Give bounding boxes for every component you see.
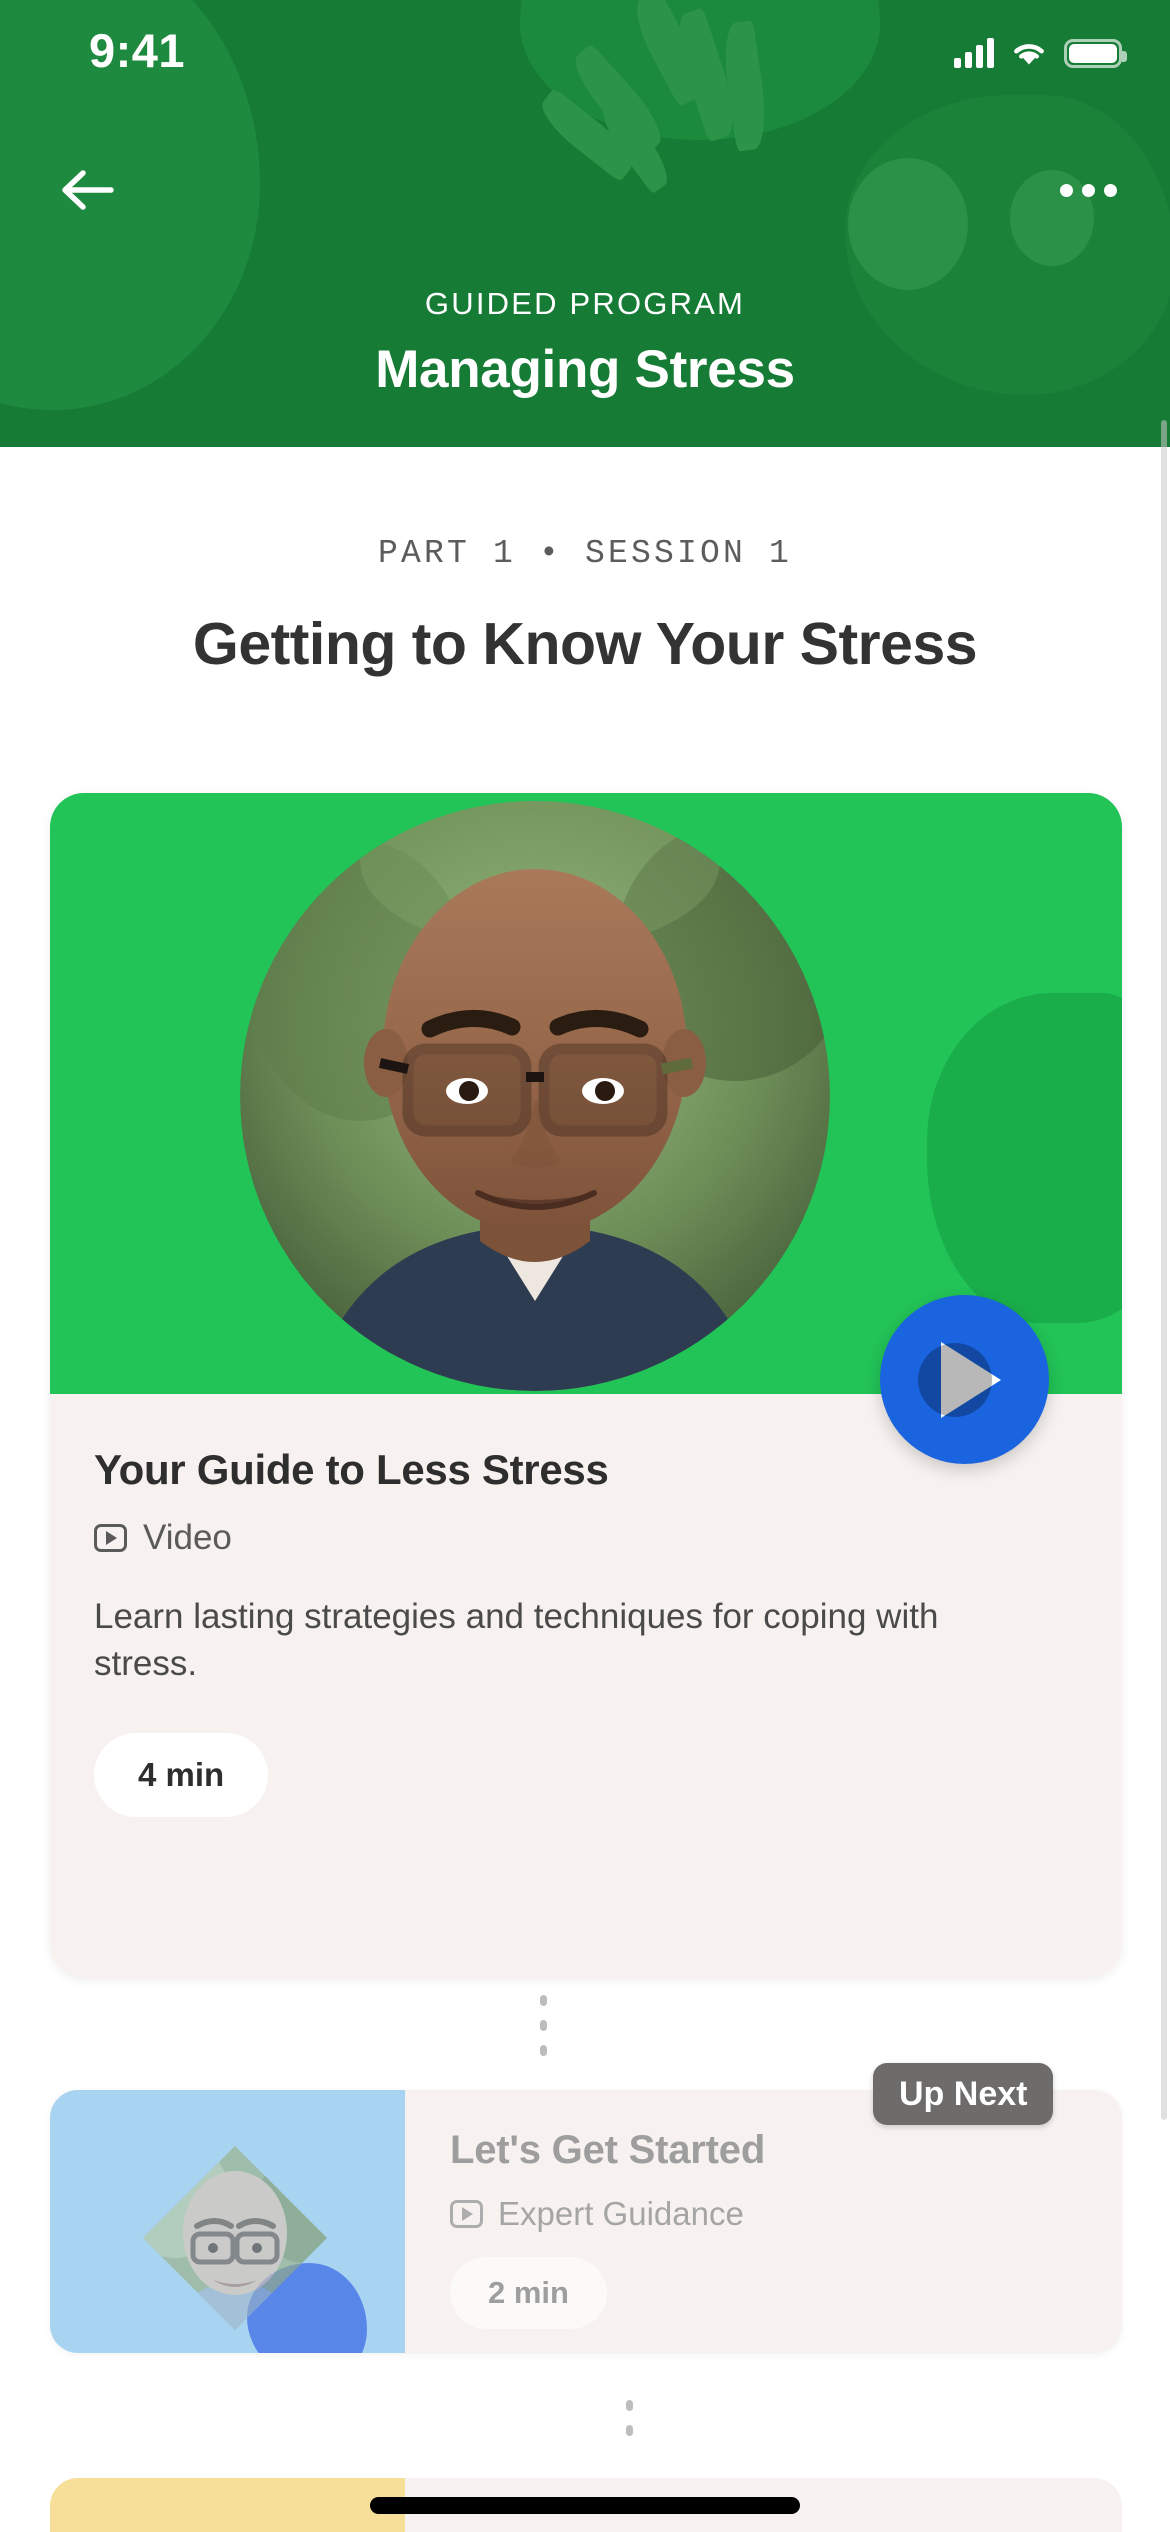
session-title: Getting to Know Your Stress xyxy=(192,611,978,677)
program-eyebrow: GUIDED PROGRAM xyxy=(424,286,746,321)
instructor-portrait xyxy=(240,801,830,1391)
status-bar-icons xyxy=(954,38,1127,68)
program-header: 9:41 GUIDED PROGRAM Managing Stress xyxy=(0,0,1170,447)
video-icon xyxy=(94,1524,127,1552)
lesson-type-label: Video xyxy=(143,1518,232,1557)
up-next-card[interactable]: Let's Get Started Expert Guidance 2 min xyxy=(50,2090,1122,2353)
up-next-portrait xyxy=(135,2138,335,2338)
home-indicator xyxy=(370,2497,800,2514)
more-options-icon xyxy=(1103,183,1117,197)
play-button[interactable] xyxy=(880,1295,1049,1464)
up-next-title: Let's Get Started xyxy=(450,2128,766,2172)
status-bar-time: 9:41 xyxy=(89,24,186,77)
header-decor-circle-large xyxy=(848,158,968,290)
up-next-thumbnail xyxy=(50,2090,405,2353)
wifi-icon xyxy=(1010,38,1048,68)
lesson-duration-badge: 4 min xyxy=(94,1733,269,1818)
more-options-button[interactable] xyxy=(1048,150,1128,230)
back-button[interactable] xyxy=(48,150,128,230)
up-next-type-row: Expert Guidance xyxy=(450,2195,765,2233)
program-title: Managing Stress xyxy=(375,340,795,399)
back-arrow-icon xyxy=(62,170,114,210)
session-meta: PART 1 • SESSION 1 xyxy=(377,535,793,572)
up-next-body: Let's Get Started Expert Guidance 2 min xyxy=(450,2128,765,2329)
app-screen: 9:41 GUIDED PROGRAM Managing Stress PART… xyxy=(0,0,1170,2532)
video-icon xyxy=(450,2200,483,2228)
upcoming-lesson-title: Learn the Basics of Meditation xyxy=(450,2526,1030,2532)
upcoming-lesson-thumbnail xyxy=(50,2478,405,2532)
lesson-type-row: Video xyxy=(94,1518,1078,1558)
battery-icon xyxy=(1064,39,1127,68)
up-next-type-label: Expert Guidance xyxy=(498,2195,744,2232)
signal-bars-icon xyxy=(954,38,994,68)
scrollbar[interactable] xyxy=(1161,420,1167,2120)
play-button-shadow xyxy=(918,1343,992,1417)
timeline-connector xyxy=(626,2400,633,2436)
more-options-icon xyxy=(1081,183,1095,197)
timeline-connector xyxy=(540,1995,547,2056)
status-bar: 9:41 xyxy=(0,0,1170,110)
hero-decor-blob xyxy=(927,993,1122,1323)
up-next-badge: Up Next xyxy=(873,2063,1054,2125)
more-options-icon xyxy=(1059,183,1073,197)
lesson-description: Learn lasting strategies and techniques … xyxy=(94,1597,939,1683)
up-next-duration-badge: 2 min xyxy=(450,2257,607,2329)
